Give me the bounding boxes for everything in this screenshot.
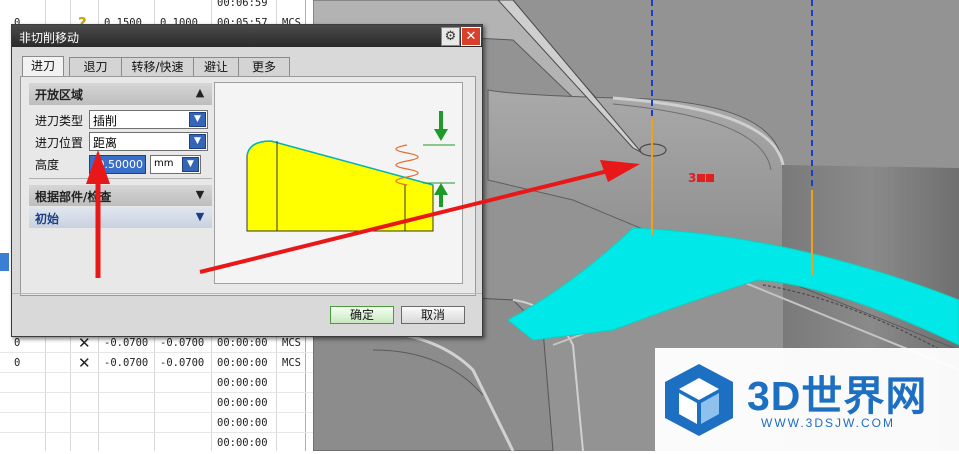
engage-type-select[interactable]: 插削 ▼ <box>89 110 208 129</box>
height-unit-select[interactable]: mm ▼ <box>150 155 201 174</box>
height-input[interactable]: 0.50000 <box>89 155 146 174</box>
cube-logo-icon <box>665 364 733 436</box>
tab-approach[interactable]: 进刀 <box>22 56 64 77</box>
engage-position-value: 距离 <box>93 136 118 150</box>
table-row[interactable]: 0 ✕ -0.0700 -0.0700 00:00:00 MCS <box>0 354 313 374</box>
section-open-area-label: 开放区域 <box>35 88 84 102</box>
section-initial-label: 初始 <box>35 212 60 226</box>
time-cell: 00:00:00 <box>217 437 268 449</box>
chevron-down-icon[interactable]: ▼ <box>192 209 208 225</box>
time-cell: 00:00:00 <box>217 337 268 349</box>
chevron-down-icon[interactable]: ▼ <box>182 157 199 172</box>
row-divider <box>0 412 313 413</box>
table-row[interactable]: 0 ✕ -0.0700 -0.0700 00:00:00 MCS <box>0 334 313 354</box>
close-icon[interactable]: ✕ <box>461 27 481 46</box>
viewport-label-text: 3 <box>688 171 697 185</box>
row-divider <box>0 372 313 373</box>
mcs-cell: MCS <box>282 357 301 369</box>
label-block-icon <box>706 174 715 182</box>
section-open-area-header[interactable]: 开放区域 ▲ <box>29 83 212 105</box>
value-cell: -0.0700 <box>104 357 149 369</box>
table-row[interactable]: 00:00:00 <box>0 394 313 414</box>
engage-preview-image <box>214 82 463 284</box>
time-cell: 00:06:59 <box>217 0 268 9</box>
time-cell: 00:00:00 <box>217 397 268 409</box>
chevron-up-icon[interactable]: ▲ <box>192 85 208 101</box>
selection-marker <box>0 253 9 271</box>
dialog-titlebar[interactable]: 非切削移动 ⚙ ✕ <box>12 25 482 47</box>
section-by-part-check-label: 根据部件/检查 <box>35 190 112 204</box>
height-value: 0.50000 <box>97 158 144 171</box>
dialog-title: 非切削移动 <box>19 31 80 45</box>
cross-status-icon: ✕ <box>78 354 91 372</box>
engage-type-label: 进刀类型 <box>35 114 84 128</box>
chevron-down-icon[interactable]: ▼ <box>192 187 208 203</box>
section-by-part-check-header[interactable]: 根据部件/检查 ▼ <box>29 185 212 206</box>
cancel-button[interactable]: 取消 <box>401 306 465 324</box>
tab-avoidance[interactable]: 避让 <box>193 57 239 76</box>
mcs-cell: MCS <box>282 337 301 349</box>
gear-icon[interactable]: ⚙ <box>441 27 460 46</box>
table-row[interactable]: 00:06:59 <box>0 0 313 14</box>
ok-button[interactable]: 确定 <box>330 306 394 324</box>
table-row[interactable]: 00:00:00 <box>0 414 313 434</box>
chevron-down-icon[interactable]: ▼ <box>189 112 206 127</box>
order-cell: 0 <box>14 357 21 369</box>
engage-position-label: 进刀位置 <box>35 136 84 150</box>
chevron-down-icon[interactable]: ▼ <box>189 134 206 149</box>
label-block-icon <box>697 174 706 182</box>
section-initial-header[interactable]: 初始 ▼ <box>29 207 212 228</box>
viewport-label: 3 <box>688 171 715 185</box>
value-cell: -0.0700 <box>160 357 205 369</box>
tab-retract[interactable]: 退刀 <box>69 57 122 76</box>
time-cell: 00:00:00 <box>217 377 268 389</box>
table-row[interactable]: 00:00:00 <box>0 374 313 394</box>
row-divider <box>0 432 313 433</box>
value-cell: -0.0700 <box>104 337 149 349</box>
footer-divider <box>12 293 482 294</box>
site-watermark: 3D世界网 WWW.3DSJW.COM <box>655 348 959 451</box>
time-cell: 00:00:00 <box>217 357 268 369</box>
order-cell: 0 <box>14 337 21 349</box>
watermark-title: 3D世界网 <box>747 373 928 419</box>
divider <box>29 178 212 179</box>
time-cell: 00:00:00 <box>217 417 268 429</box>
tab-transfer-rapid[interactable]: 转移/快速 <box>121 57 194 76</box>
row-divider <box>0 392 313 393</box>
non-cutting-moves-dialog: 非切削移动 ⚙ ✕ 进刀 退刀 转移/快速 避让 更多 开放区域 ▲ 进刀类型 … <box>11 24 483 337</box>
tab-more[interactable]: 更多 <box>238 57 290 76</box>
value-cell: -0.0700 <box>160 337 205 349</box>
watermark-url: WWW.3DSJW.COM <box>761 416 895 430</box>
engage-position-select[interactable]: 距离 ▼ <box>89 132 208 151</box>
height-unit-value: mm <box>154 158 174 169</box>
engage-type-value: 插削 <box>93 114 118 128</box>
table-row[interactable]: 00:00:00 <box>0 434 313 454</box>
height-label: 高度 <box>35 158 60 172</box>
